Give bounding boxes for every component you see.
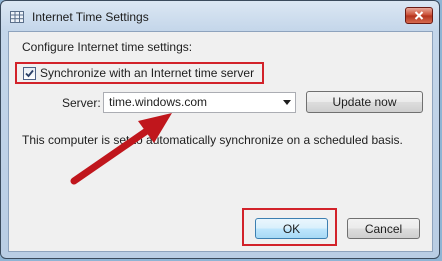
- sync-checkbox-highlight: Synchronize with an Internet time server: [15, 62, 264, 84]
- dialog-body: Configure Internet time settings: Synchr…: [8, 31, 433, 252]
- update-now-button[interactable]: Update now: [306, 91, 423, 113]
- settings-heading: Configure Internet time settings:: [22, 40, 193, 54]
- dialog-window: Internet Time Settings Configure Interne…: [0, 0, 440, 259]
- sync-status-text: This computer is set to automatically sy…: [22, 133, 403, 147]
- ok-button[interactable]: OK: [255, 218, 328, 239]
- close-button[interactable]: [405, 7, 433, 24]
- server-value[interactable]: time.windows.com: [109, 95, 207, 109]
- server-combobox[interactable]: time.windows.com: [103, 92, 296, 113]
- title-bar[interactable]: Internet Time Settings: [1, 1, 439, 31]
- sync-checkbox-label[interactable]: Synchronize with an Internet time server: [40, 66, 254, 80]
- window-title: Internet Time Settings: [32, 10, 149, 24]
- calendar-clock-icon: [10, 10, 24, 23]
- sync-checkbox[interactable]: [23, 67, 36, 80]
- chevron-down-icon[interactable]: [278, 93, 295, 112]
- close-icon: [414, 7, 424, 25]
- cancel-button[interactable]: Cancel: [347, 218, 420, 239]
- server-label: Server:: [62, 96, 101, 110]
